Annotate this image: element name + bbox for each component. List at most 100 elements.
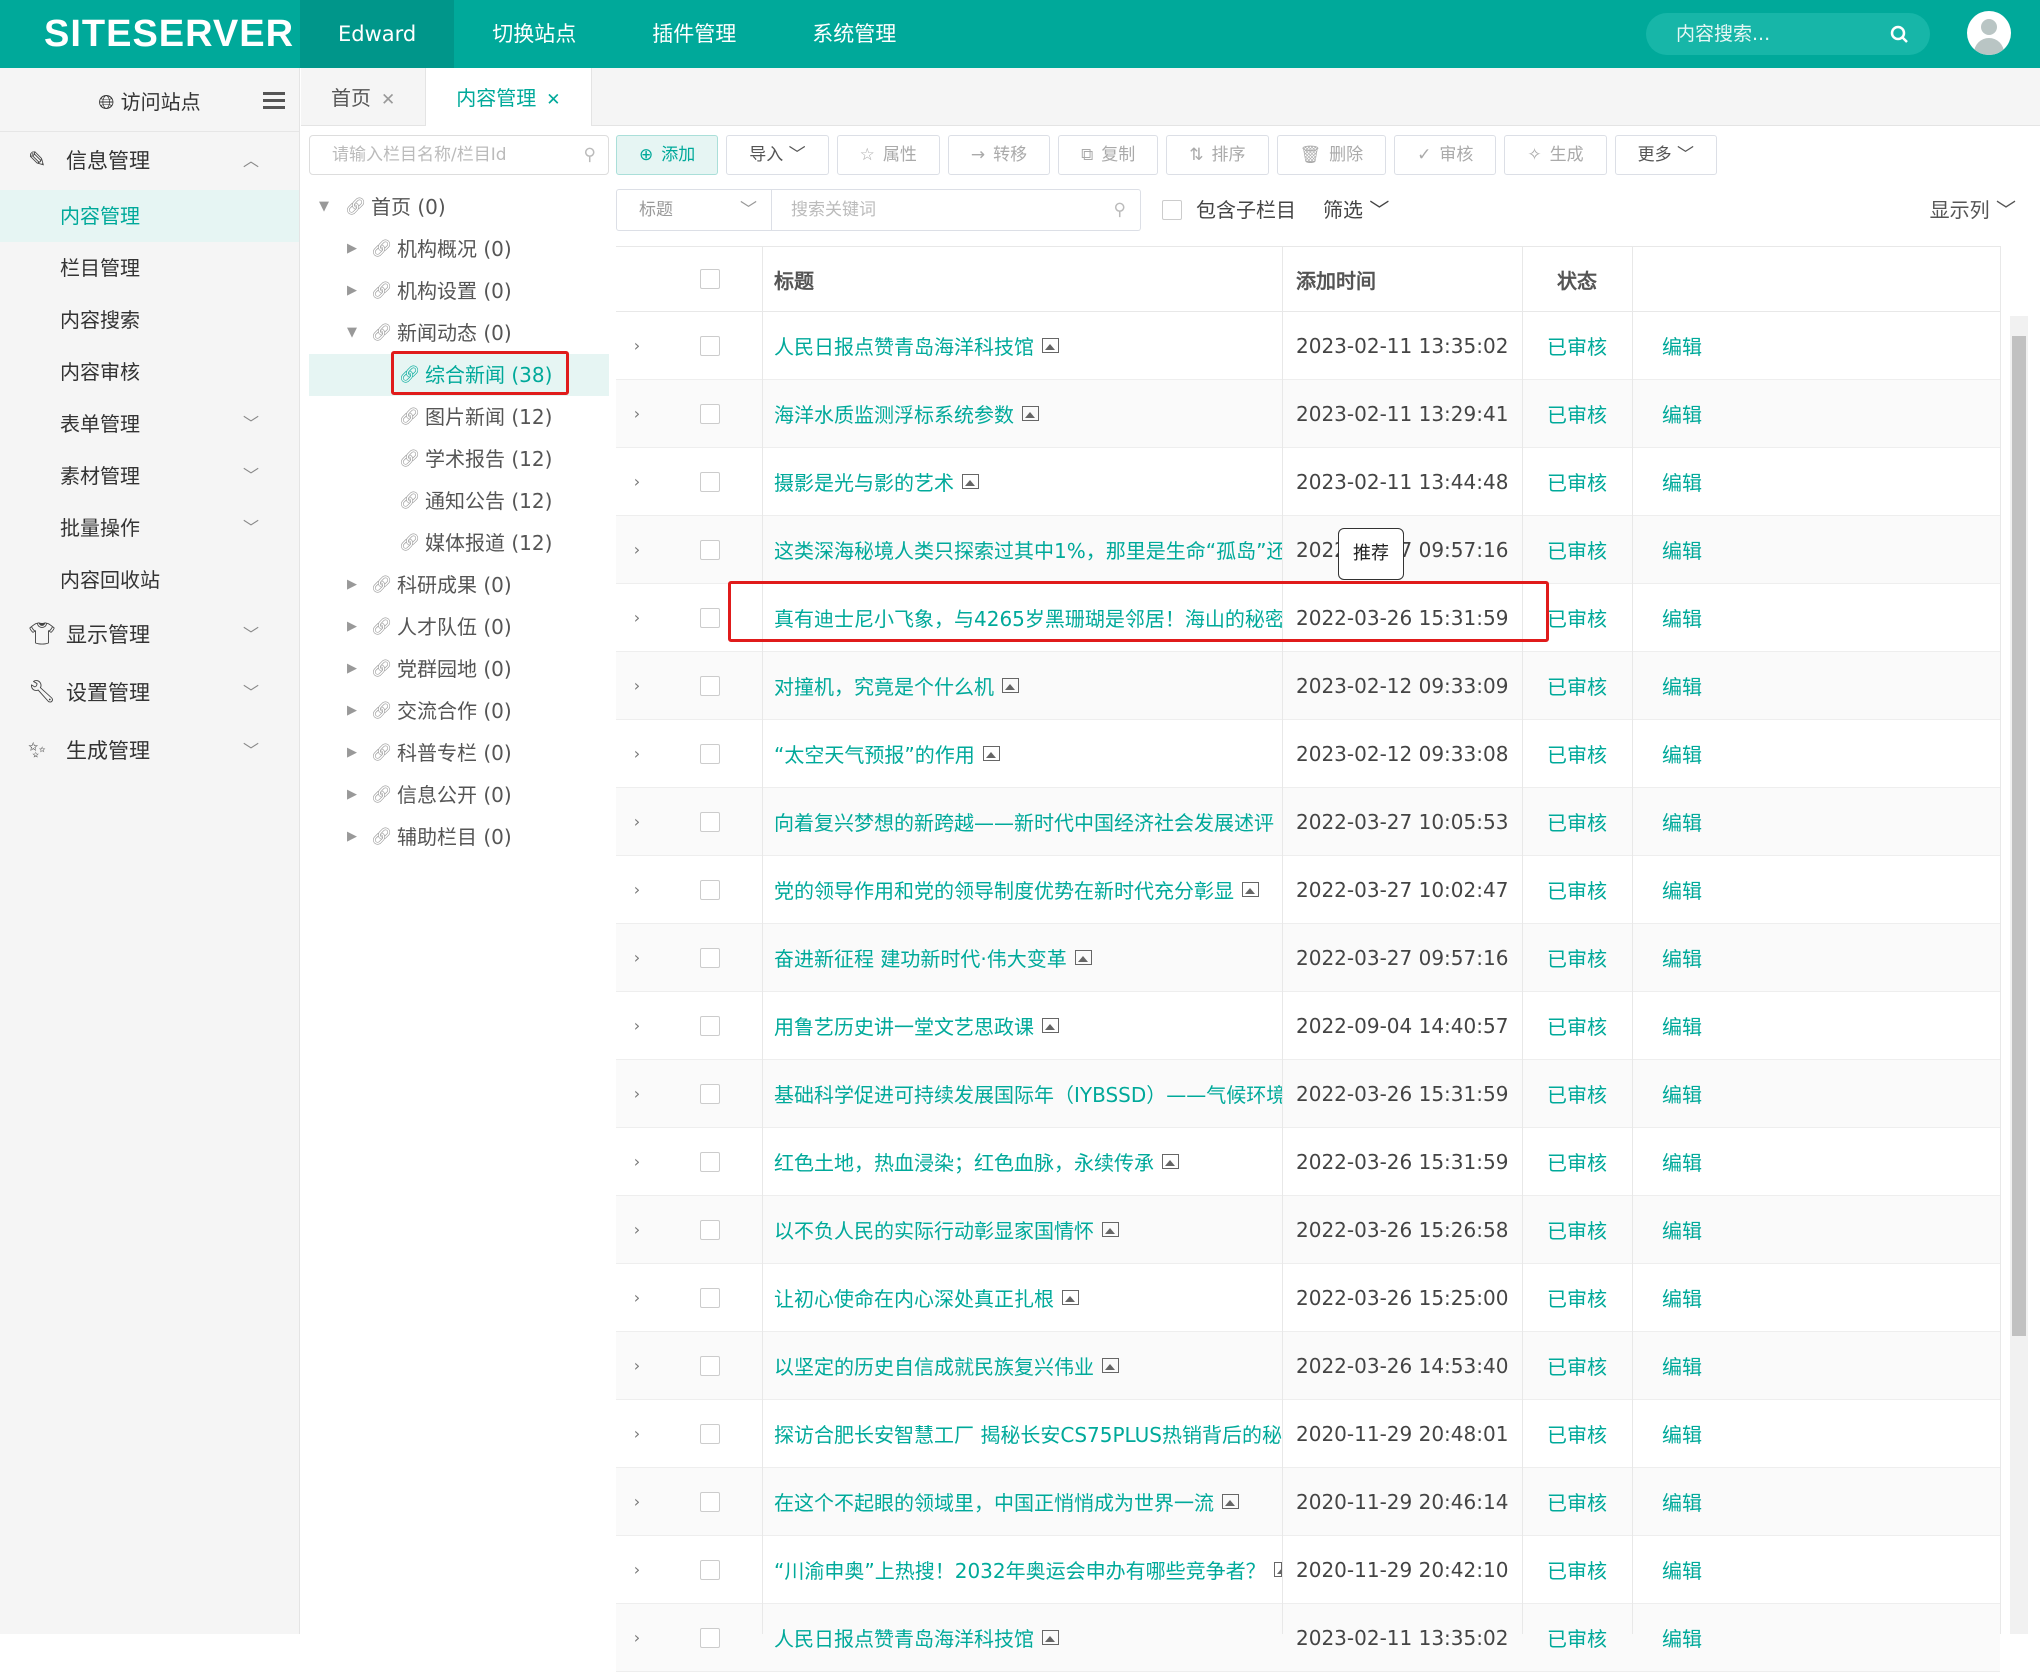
title-text[interactable]: 党的领导作用和党的领导制度优势在新时代充分彰显: [774, 875, 1234, 904]
content-title-link[interactable]: 党的领导作用和党的领导制度优势在新时代充分彰显: [762, 856, 1282, 923]
row-checkbox[interactable]: [658, 1332, 762, 1399]
tree-node[interactable]: 🔗︎ 通知公告 (12): [309, 480, 609, 522]
search-icon[interactable]: ⚲: [1114, 190, 1126, 230]
transfer-button[interactable]: → 转移: [947, 135, 1051, 175]
keyword-input[interactable]: 搜索关键词 ⚲: [771, 189, 1141, 231]
tree-node[interactable]: ▶ 🔗︎ 机构设置 (0): [309, 270, 609, 312]
edit-link[interactable]: 编辑: [1632, 652, 1732, 719]
title-text[interactable]: “川渝申奥”上热搜！2032年奥运会申办有哪些竞争者？: [774, 1555, 1266, 1584]
status-link[interactable]: 已审核: [1522, 1196, 1632, 1263]
expand-chevron-icon[interactable]: ›: [616, 1060, 658, 1127]
row-checkbox[interactable]: [658, 380, 762, 447]
checkbox-box[interactable]: [700, 1015, 720, 1036]
edit-link[interactable]: 编辑: [1632, 312, 1732, 379]
table-row[interactable]: › 以坚定的历史自信成就民族复兴伟业 2022-03-26 14:53:40 已审核编…: [616, 1332, 2000, 1400]
content-title-link[interactable]: 向着复兴梦想的新跨越——新时代中国经济社会发展述评: [762, 788, 1282, 855]
status-link[interactable]: 已审核: [1522, 312, 1632, 379]
close-icon[interactable]: ✕: [546, 90, 560, 110]
table-row[interactable]: › 在这个不起眼的领域里，中国正悄悄成为世界一流 2020-11-29 20:46:…: [616, 1468, 2000, 1536]
row-checkbox[interactable]: [658, 1196, 762, 1263]
table-row[interactable]: › “川渝申奥”上热搜！2032年奥运会申办有哪些竞争者？ 2020-11-29 2…: [616, 1536, 2000, 1604]
row-checkbox[interactable]: [658, 1128, 762, 1195]
title-text[interactable]: 向着复兴梦想的新跨越——新时代中国经济社会发展述评: [774, 807, 1274, 836]
checkbox-box[interactable]: [700, 1219, 720, 1240]
status-link[interactable]: 已审核: [1522, 1264, 1632, 1331]
expand-chevron-icon[interactable]: ›: [616, 1196, 658, 1263]
edit-link[interactable]: 编辑: [1632, 1468, 1732, 1535]
checkbox-box[interactable]: [700, 471, 720, 492]
expand-chevron-icon[interactable]: ›: [616, 448, 658, 515]
sidebar-group-info[interactable]: ✎ 信息管理 ︿: [0, 132, 299, 190]
expand-chevron-icon[interactable]: ›: [616, 584, 658, 651]
close-icon[interactable]: ✕: [381, 90, 395, 110]
checkbox-box[interactable]: [700, 1627, 720, 1648]
checkbox-box[interactable]: [700, 675, 720, 696]
title-text[interactable]: 用鲁艺历史讲一堂文艺思政课: [774, 1011, 1034, 1040]
nav-switch-site[interactable]: 切换站点: [454, 0, 614, 68]
row-checkbox[interactable]: [658, 1468, 762, 1535]
edit-link[interactable]: 编辑: [1632, 788, 1732, 855]
edit-link[interactable]: 编辑: [1632, 584, 1732, 651]
tree-node[interactable]: ▶ 🔗︎ 信息公开 (0): [309, 774, 609, 816]
edit-link[interactable]: 编辑: [1632, 448, 1732, 515]
generate-button[interactable]: ✧ 生成: [1504, 135, 1607, 175]
caret-right-icon[interactable]: ▶: [347, 564, 357, 606]
nav-site-edward[interactable]: Edward: [300, 0, 455, 68]
checkbox-box[interactable]: [700, 1559, 720, 1580]
title-text[interactable]: 探访合肥长安智慧工厂 揭秘长安CS75PLUS热销背后的秘密: [774, 1419, 1282, 1448]
edit-link[interactable]: 编辑: [1632, 720, 1732, 787]
search-icon[interactable]: [1890, 13, 1910, 70]
table-row[interactable]: › 海洋水质监测浮标系统参数 2023-02-11 13:29:41 已审核 编辑: [616, 380, 2000, 448]
tree-node[interactable]: ▶ 🔗︎ 党群园地 (0): [309, 648, 609, 690]
scrollbar-thumb[interactable]: [2012, 336, 2026, 1336]
content-title-link[interactable]: 红色土地，热血浸染；红色血脉，永续传承: [762, 1128, 1282, 1195]
edit-link[interactable]: 编辑: [1632, 1400, 1732, 1467]
tree-node[interactable]: 🔗︎ 图片新闻 (12): [309, 396, 609, 438]
more-button[interactable]: 更多 ﹀: [1614, 135, 1718, 175]
title-text[interactable]: 对撞机，究竟是个什么机: [774, 671, 994, 700]
include-children-checkbox[interactable]: 包含子栏目: [1162, 189, 1296, 231]
caret-right-icon[interactable]: ▶: [347, 228, 357, 270]
expand-chevron-icon[interactable]: ›: [616, 1468, 658, 1535]
tab-home[interactable]: 首页 ✕: [301, 68, 425, 126]
table-row[interactable]: ›这类深海秘境人类只探索过其中1%，那里是生命“孤岛”还是“2022-03-27…: [616, 516, 2000, 584]
status-link[interactable]: 已审核: [1522, 1332, 1632, 1399]
row-checkbox[interactable]: [658, 924, 762, 991]
tree-node[interactable]: ▶ 🔗︎ 科普专栏 (0): [309, 732, 609, 774]
content-title-link[interactable]: 奋进新征程 建功新时代·伟大变革: [762, 924, 1282, 991]
status-link[interactable]: 已审核: [1522, 652, 1632, 719]
table-row[interactable]: › “太空天气预报”的作用 2023-02-12 09:33:08 已审核 编辑: [616, 720, 2000, 788]
status-link[interactable]: 已审核: [1522, 1536, 1632, 1603]
title-text[interactable]: 以不负人民的实际行动彰显家国情怀: [774, 1215, 1094, 1244]
sidebar-item-content[interactable]: 内容管理: [0, 190, 299, 242]
checkbox-box[interactable]: [700, 403, 720, 424]
status-link[interactable]: 已审核: [1522, 788, 1632, 855]
expand-chevron-icon[interactable]: ›: [616, 1604, 658, 1671]
edit-link[interactable]: 编辑: [1632, 516, 1732, 583]
sidebar-group-settings[interactable]: 🔧︎ 设置管理 ﹀: [0, 664, 299, 722]
content-title-link[interactable]: “太空天气预报”的作用: [762, 720, 1282, 787]
title-text[interactable]: 让初心使命在内心深处真正扎根: [774, 1283, 1054, 1312]
tree-node[interactable]: 🔗︎ 学术报告 (12): [309, 438, 609, 480]
sidebar-item-content-check[interactable]: 内容审核: [0, 346, 299, 398]
table-row[interactable]: › 人民日报点赞青岛海洋科技馆 2023-02-11 13:35:02 已审核 编辑: [616, 312, 2000, 380]
status-link[interactable]: 已审核: [1522, 720, 1632, 787]
sidebar-group-generate[interactable]: ✨︎ 生成管理 ﹀: [0, 722, 299, 780]
visit-site-button[interactable]: 🌐︎ 访问站点: [0, 68, 299, 132]
copy-button[interactable]: ⧉ 复制: [1058, 135, 1159, 175]
table-row[interactable]: › 基础科学促进可持续发展国际年（IYBSSD）——气候环境变化与可持续发展国际论…: [616, 1060, 2000, 1128]
edit-link[interactable]: 编辑: [1632, 1060, 1732, 1127]
search-icon[interactable]: ⚲: [584, 136, 596, 174]
attributes-button[interactable]: ☆ 属性: [836, 135, 940, 175]
tree-node[interactable]: ▶ 🔗︎ 交流合作 (0): [309, 690, 609, 732]
expand-chevron-icon[interactable]: ›: [616, 1536, 658, 1603]
row-checkbox[interactable]: [658, 312, 762, 379]
edit-link[interactable]: 编辑: [1632, 1536, 1732, 1603]
status-link[interactable]: 已审核: [1522, 1468, 1632, 1535]
table-row[interactable]: › 党的领导作用和党的领导制度优势在新时代充分彰显 2022-03-27 10:02…: [616, 856, 2000, 924]
content-title-link[interactable]: “川渝申奥”上热搜！2032年奥运会申办有哪些竞争者？: [762, 1536, 1282, 1603]
content-title-link[interactable]: 人民日报点赞青岛海洋科技馆: [762, 1604, 1282, 1671]
edit-link[interactable]: 编辑: [1632, 1196, 1732, 1263]
status-link[interactable]: 已审核: [1522, 448, 1632, 515]
sidebar-item-materials[interactable]: 素材管理 ﹀: [0, 450, 299, 502]
